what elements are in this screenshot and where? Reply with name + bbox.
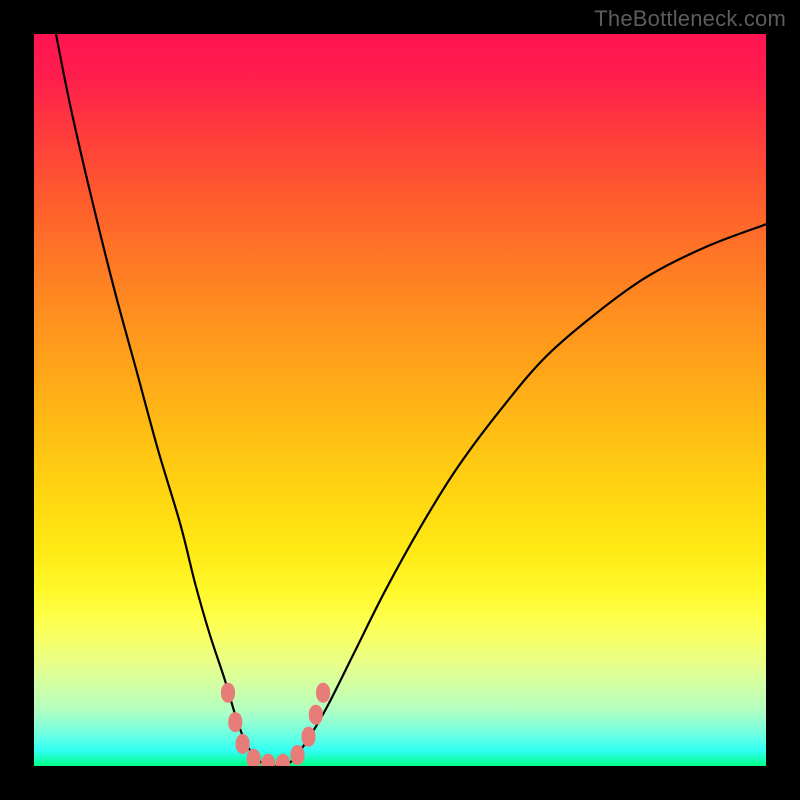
minimum-marker bbox=[247, 749, 261, 766]
minimum-marker bbox=[228, 712, 242, 732]
minimum-marker bbox=[276, 754, 290, 766]
minimum-marker bbox=[302, 727, 316, 747]
minimum-marker bbox=[261, 754, 275, 766]
chart-frame: TheBottleneck.com bbox=[0, 0, 800, 800]
minimum-markers bbox=[221, 683, 330, 766]
plot-area bbox=[34, 34, 766, 766]
minimum-marker bbox=[316, 683, 330, 703]
bottleneck-curve bbox=[56, 34, 766, 766]
minimum-marker bbox=[221, 683, 235, 703]
minimum-marker bbox=[236, 734, 250, 754]
minimum-marker bbox=[291, 745, 305, 765]
minimum-marker bbox=[309, 705, 323, 725]
curve-layer bbox=[34, 34, 766, 766]
watermark-text: TheBottleneck.com bbox=[594, 6, 786, 32]
